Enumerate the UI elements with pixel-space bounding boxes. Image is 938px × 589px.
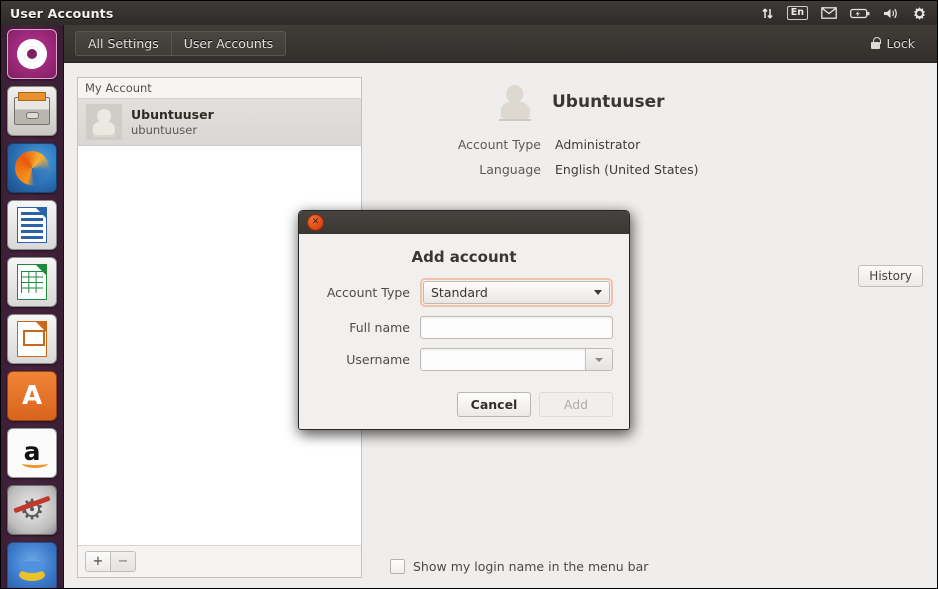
account-type-select[interactable]: Standard bbox=[423, 281, 610, 304]
dialog-body: Add account Account Type Standard Full n… bbox=[299, 234, 629, 429]
launcher-item-media-disc[interactable] bbox=[1, 538, 63, 588]
show-login-name-row[interactable]: Show my login name in the menu bar bbox=[390, 559, 648, 574]
dialog-username-label: Username bbox=[346, 352, 410, 367]
list-item-username: ubuntuuser bbox=[131, 122, 198, 137]
panel-window-title[interactable]: User Accounts bbox=[10, 6, 113, 21]
chevron-down-icon bbox=[595, 357, 603, 362]
battery-icon[interactable] bbox=[850, 8, 870, 19]
lock-icon bbox=[871, 36, 881, 49]
network-icon[interactable] bbox=[761, 7, 774, 20]
dialog-full-name-field bbox=[420, 316, 613, 339]
add-remove-group: + − bbox=[85, 551, 136, 572]
close-icon[interactable]: ✕ bbox=[307, 214, 324, 231]
history-button[interactable]: History bbox=[858, 265, 923, 287]
account-type-row: Account Type Administrator bbox=[380, 137, 925, 152]
launcher-item-libreoffice-writer[interactable] bbox=[1, 196, 63, 253]
window-toolbar: All Settings User Accounts Lock bbox=[63, 25, 937, 63]
ubuntu-software-center-icon: A bbox=[7, 370, 57, 421]
launcher-item-files[interactable] bbox=[1, 82, 63, 139]
username-combo[interactable] bbox=[420, 348, 613, 371]
libreoffice-calc-icon bbox=[7, 256, 57, 307]
language-label: Language bbox=[479, 162, 541, 177]
messaging-envelope-icon[interactable] bbox=[821, 7, 837, 19]
account-type-label: Account Type bbox=[457, 137, 541, 152]
volume-icon[interactable] bbox=[883, 7, 899, 20]
launcher-item-system-settings[interactable]: ⚙ bbox=[1, 481, 63, 538]
username-input[interactable] bbox=[421, 349, 585, 370]
show-login-name-checkbox[interactable] bbox=[390, 559, 405, 574]
accounts-list-header: My Account bbox=[78, 78, 361, 99]
lock-button-label: Lock bbox=[886, 36, 915, 51]
dialog-full-name-label: Full name bbox=[349, 320, 410, 335]
launcher-item-libreoffice-calc[interactable] bbox=[1, 253, 63, 310]
launcher-item-firefox[interactable] bbox=[1, 139, 63, 196]
account-type-selected-value: Standard bbox=[431, 285, 488, 300]
dialog-account-type-label: Account Type bbox=[326, 285, 410, 300]
firefox-icon bbox=[7, 142, 57, 193]
add-account-button[interactable]: + bbox=[86, 552, 110, 571]
media-disc-icon bbox=[7, 541, 57, 588]
launcher-item-amazon[interactable]: a bbox=[1, 424, 63, 481]
show-login-name-label: Show my login name in the menu bar bbox=[413, 559, 649, 574]
lock-button[interactable]: Lock bbox=[859, 31, 927, 56]
dialog-actions: Cancel Add bbox=[315, 392, 613, 417]
keyboard-layout-label: En bbox=[786, 6, 808, 20]
chevron-down-icon bbox=[594, 290, 602, 295]
amazon-icon: a bbox=[7, 427, 57, 478]
dialog-title: Add account bbox=[411, 248, 517, 266]
dialog-full-name-row: Full name bbox=[315, 316, 613, 339]
page-title: Ubuntuuser bbox=[552, 92, 665, 112]
full-name-input[interactable] bbox=[420, 316, 613, 339]
system-tray: En bbox=[761, 6, 927, 21]
dialog-titlebar: ✕ bbox=[299, 211, 629, 234]
launcher-item-ubuntu-dash[interactable] bbox=[1, 25, 63, 82]
user-accounts-tab[interactable]: User Accounts bbox=[170, 32, 285, 55]
libreoffice-impress-icon bbox=[7, 313, 57, 364]
account-type-value[interactable]: Administrator bbox=[555, 137, 640, 152]
all-settings-button[interactable]: All Settings bbox=[76, 32, 171, 55]
dialog-username-field bbox=[420, 348, 613, 371]
remove-account-button[interactable]: − bbox=[110, 552, 135, 571]
files-icon bbox=[7, 85, 57, 136]
system-gear-icon[interactable] bbox=[912, 6, 927, 21]
cancel-button[interactable]: Cancel bbox=[457, 392, 531, 417]
add-account-dialog: ✕ Add account Account Type Standard Full… bbox=[298, 210, 630, 430]
add-button[interactable]: Add bbox=[539, 392, 613, 417]
username-dropdown-button[interactable] bbox=[585, 349, 612, 370]
breadcrumb: All Settings User Accounts bbox=[75, 31, 287, 56]
avatar bbox=[86, 104, 122, 140]
ubuntu-dash-icon bbox=[7, 28, 57, 79]
top-panel: User Accounts En bbox=[1, 1, 937, 25]
launcher-item-software-center[interactable]: A bbox=[1, 367, 63, 424]
language-row: Language English (United States) bbox=[380, 162, 925, 177]
accounts-list-actions: + − bbox=[78, 545, 361, 577]
dialog-account-type-row: Account Type Standard bbox=[315, 278, 613, 307]
keyboard-layout-icon[interactable]: En bbox=[786, 6, 808, 20]
unity-launcher: A a ⚙ bbox=[1, 25, 64, 588]
libreoffice-writer-icon bbox=[7, 199, 57, 250]
launcher-item-libreoffice-impress[interactable] bbox=[1, 310, 63, 367]
language-value[interactable]: English (United States) bbox=[555, 162, 699, 177]
system-settings-icon: ⚙ bbox=[7, 484, 57, 535]
dialog-username-row: Username bbox=[315, 348, 613, 371]
password-row bbox=[380, 187, 925, 201]
account-type-focus-ring: Standard bbox=[420, 278, 613, 307]
ubuntu-desktop: User Accounts En A a ⚙ All Settings User… bbox=[0, 0, 938, 589]
list-item-name: Ubuntuuser bbox=[131, 107, 214, 122]
account-header: Ubuntuuser bbox=[380, 79, 925, 125]
avatar[interactable] bbox=[492, 79, 538, 125]
list-item[interactable]: Ubuntuuser ubuntuuser bbox=[78, 99, 361, 146]
dialog-account-type-field: Standard bbox=[420, 278, 613, 307]
